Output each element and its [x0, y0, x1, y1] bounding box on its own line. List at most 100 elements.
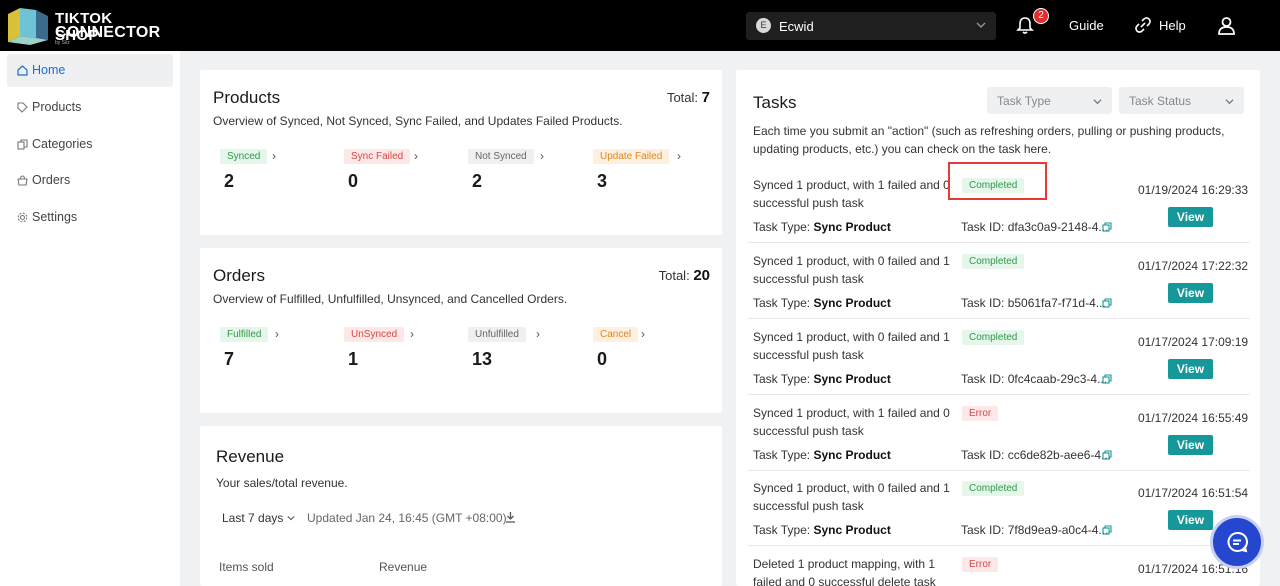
copy-icon[interactable] [1102, 298, 1112, 308]
task-id: Task ID: dfa3c0a9-2148-4... [961, 220, 1108, 234]
stat-synced[interactable]: Synced › 2 [220, 149, 330, 199]
task-type-value: Sync Product [813, 220, 891, 234]
task-id: Task ID: 0fc4caab-29c3-4... [961, 372, 1107, 386]
stat-value: 2 [224, 171, 235, 191]
logo-text-line2: CONNECTOR [55, 24, 161, 41]
chevron-right-icon: › [410, 327, 414, 341]
download-icon[interactable] [505, 511, 516, 523]
stat-label: Synced [220, 149, 268, 164]
sidebar: Home Products Categories Orders Settings [0, 51, 180, 586]
total-label: Total: [666, 90, 699, 105]
sidebar-item-label: Home [32, 63, 66, 77]
chevron-right-icon: › [677, 149, 681, 163]
task-id-value: cc6de82b-aee6-4... [1007, 448, 1112, 462]
task-id: Task ID: b5061fa7-f71d-4... [961, 296, 1106, 310]
view-button[interactable]: View [1168, 283, 1213, 303]
products-subtitle: Overview of Synced, Not Synced, Sync Fai… [213, 114, 623, 128]
tag-icon [17, 102, 28, 113]
view-button[interactable]: View [1168, 435, 1213, 455]
stat-unfulfilled[interactable]: Unfulfilled › 13 [468, 327, 578, 377]
copy-icon[interactable] [1102, 222, 1112, 232]
chevron-right-icon: › [275, 327, 279, 341]
total-label: Total: [658, 268, 690, 283]
task-row: Synced 1 product, with 0 failed and 1 su… [748, 243, 1250, 319]
task-summary: Deleted 1 product mapping, with 1 failed… [753, 557, 936, 586]
task-summary: Synced 1 product, with 0 failed and 1 su… [753, 481, 950, 513]
task-status-select[interactable]: Task Status [1119, 87, 1244, 114]
task-id-value: b5061fa7-f71d-4... [1007, 296, 1106, 310]
date-range-label: Last 7 days [222, 511, 284, 525]
sidebar-item-settings[interactable]: Settings [7, 201, 173, 234]
task-type-value: Sync Product [813, 372, 891, 386]
view-button[interactable]: View [1168, 207, 1213, 227]
user-icon[interactable] [1217, 16, 1236, 35]
task-row: Deleted 1 product mapping, with 1 failed… [748, 546, 1250, 586]
copy-icon[interactable] [1102, 374, 1112, 384]
copy-icon[interactable] [1102, 525, 1112, 535]
date-range-selector[interactable]: Last 7 days [222, 511, 295, 525]
guide-link[interactable]: Guide [1069, 18, 1104, 33]
stat-value: 13 [472, 349, 493, 369]
task-type-label: Task Type: [753, 448, 811, 462]
total-value: 20 [693, 267, 710, 284]
link-icon [1135, 17, 1151, 33]
stat-value: 1 [348, 349, 359, 369]
chevron-down-icon [1225, 99, 1234, 105]
products-card: Products Overview of Synced, Not Synced,… [200, 70, 722, 235]
task-type: Task Type: Sync Product [753, 296, 891, 310]
sidebar-item-label: Products [32, 100, 82, 114]
orders-total: Total: 20 [659, 267, 710, 284]
sidebar-item-home[interactable]: Home [7, 54, 173, 87]
cart-icon [17, 175, 28, 186]
task-type-label: Task Type: [753, 296, 811, 310]
task-row: Synced 1 product, with 1 failed and 0 su… [748, 395, 1250, 471]
sidebar-item-label: Orders [32, 173, 71, 187]
tasks-title: Tasks [753, 93, 797, 112]
task-summary: Synced 1 product, with 1 failed and 0 su… [753, 406, 950, 438]
sidebar-item-orders[interactable]: Orders [7, 164, 173, 197]
sidebar-item-label: Settings [32, 210, 78, 224]
stat-not-synced[interactable]: Not Synced › 2 [468, 149, 578, 199]
task-type-select[interactable]: Task Type [987, 87, 1112, 114]
store-name: Ecwid [779, 19, 814, 34]
bell-icon[interactable] [1016, 16, 1034, 35]
logo-mark-icon [8, 8, 48, 45]
stat-fulfilled[interactable]: Fulfilled › 7 [220, 327, 330, 377]
sidebar-item-categories[interactable]: Categories [7, 128, 173, 161]
home-icon [17, 65, 28, 76]
chevron-down-icon [976, 22, 986, 28]
app-logo[interactable]: TIKTOK SHOP CONNECTOR by Siiz [6, 6, 160, 46]
help-link[interactable]: Help [1159, 18, 1186, 33]
chevron-right-icon: › [414, 149, 418, 163]
task-type-value: Sync Product [813, 523, 891, 537]
status-badge: Completed [962, 330, 1025, 345]
highlight-box [948, 162, 1047, 200]
task-id-value: dfa3c0a9-2148-4... [1007, 220, 1109, 234]
task-row: Synced 1 product, with 0 failed and 1 su… [748, 319, 1250, 395]
task-type: Task Type: Sync Product [753, 448, 891, 462]
stat-value: 3 [597, 171, 608, 191]
view-button[interactable]: View [1168, 510, 1213, 530]
copy-icon [17, 139, 28, 150]
view-button[interactable]: View [1168, 359, 1213, 379]
copy-icon[interactable] [1102, 450, 1112, 460]
chat-button[interactable] [1210, 515, 1264, 569]
stat-label: Sync Failed [344, 149, 411, 164]
orders-subtitle: Overview of Fulfilled, Unfulfilled, Unsy… [213, 292, 568, 306]
stat-value: 2 [472, 171, 483, 191]
stat-unsynced[interactable]: UnSynced › 1 [344, 327, 454, 377]
total-value: 7 [701, 89, 710, 106]
revenue-title: Revenue [216, 447, 285, 466]
stat-value: 7 [224, 349, 235, 369]
stat-sync-failed[interactable]: Sync Failed › 0 [344, 149, 454, 199]
stat-cancel[interactable]: Cancel › 0 [593, 327, 703, 377]
status-badge: Completed [962, 254, 1025, 269]
task-type-value: Sync Product [813, 296, 891, 310]
status-badge: Error [962, 406, 999, 421]
sidebar-item-products[interactable]: Products [7, 91, 173, 124]
task-date: 01/17/2024 17:22:32 [1138, 259, 1249, 273]
column-items-sold: Items sold [219, 560, 274, 574]
store-selector[interactable]: E Ecwid [746, 12, 996, 40]
stat-update-failed[interactable]: Update Failed › 3 [593, 149, 703, 199]
task-id-value: 7f8d9ea9-a0c4-4... [1007, 523, 1109, 537]
